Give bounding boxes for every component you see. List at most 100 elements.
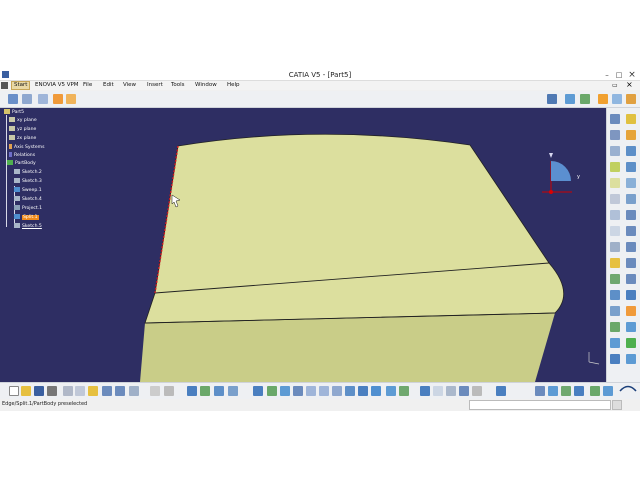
draft-tool-icon[interactable] xyxy=(610,242,620,252)
new-icon[interactable] xyxy=(9,386,19,396)
snap-icon[interactable] xyxy=(53,94,63,104)
menu-edit[interactable]: Edit xyxy=(101,81,116,90)
command-input[interactable] xyxy=(469,400,611,410)
line-tool-icon[interactable] xyxy=(610,130,620,140)
fit-all-icon[interactable] xyxy=(267,386,277,396)
doc-restore-icon[interactable]: ▭ xyxy=(612,82,618,89)
surface-tool-icon[interactable] xyxy=(626,146,636,156)
render-icon[interactable] xyxy=(565,94,575,104)
copy-icon[interactable] xyxy=(75,386,85,396)
pocket-tool-icon[interactable] xyxy=(626,178,636,188)
model-canvas[interactable] xyxy=(0,108,606,382)
shading-icon[interactable] xyxy=(371,386,381,396)
knowledge-icon[interactable] xyxy=(626,94,636,104)
analysis-icon[interactable] xyxy=(626,354,636,364)
chamfer-tool-icon[interactable] xyxy=(626,226,636,236)
translate-tool-icon[interactable] xyxy=(610,306,620,316)
update-icon[interactable] xyxy=(459,386,469,396)
constraint-tool-icon[interactable] xyxy=(535,386,545,396)
close-button[interactable]: × xyxy=(626,70,638,80)
normal-view-icon[interactable] xyxy=(332,386,342,396)
save-icon[interactable] xyxy=(34,386,44,396)
fly-mode-icon[interactable] xyxy=(253,386,263,396)
comment-icon[interactable] xyxy=(164,386,174,396)
whats-this-icon[interactable] xyxy=(129,386,139,396)
diagnosis-icon[interactable] xyxy=(603,386,613,396)
3d-viewport[interactable]: y Part5 xy plane yz plane zx plane Axis … xyxy=(0,108,606,382)
point-tool-icon[interactable] xyxy=(626,114,636,124)
menu-insert[interactable]: Insert xyxy=(145,81,165,90)
boolean-tool-icon[interactable] xyxy=(610,322,620,332)
mirror-tool-icon[interactable] xyxy=(626,274,636,284)
swap-space-icon[interactable] xyxy=(399,386,409,396)
tree-item-sketch-3[interactable]: Sketch.3 xyxy=(14,178,42,186)
maximize-button[interactable]: □ xyxy=(613,70,625,80)
shaft-tool-icon[interactable] xyxy=(626,194,636,204)
sketch-tool-icon[interactable] xyxy=(610,114,620,124)
multi-view-icon[interactable] xyxy=(345,386,355,396)
tree-item-project-1[interactable]: Project.1 xyxy=(14,205,42,213)
design-table-icon[interactable] xyxy=(214,386,224,396)
measure-item-icon[interactable] xyxy=(626,338,636,348)
measure-between-icon[interactable] xyxy=(610,338,620,348)
measure-tool-icon[interactable] xyxy=(433,386,443,396)
rotate-tool-icon[interactable] xyxy=(626,306,636,316)
tree-item-partbody[interactable]: PartBody xyxy=(7,160,36,168)
menu-window[interactable]: Window xyxy=(193,81,219,90)
pad-tool-icon[interactable] xyxy=(610,178,620,188)
curve-tool-icon[interactable] xyxy=(610,146,620,156)
print-icon[interactable] xyxy=(47,386,57,396)
tree-item-zx-plane[interactable]: zx plane xyxy=(9,135,36,143)
catalog-icon[interactable] xyxy=(187,386,197,396)
assemble-tool-icon[interactable] xyxy=(626,322,636,332)
plane-tool-icon[interactable] xyxy=(626,130,636,140)
search-icon[interactable] xyxy=(574,386,584,396)
inertia-icon[interactable] xyxy=(610,354,620,364)
scale-tool-icon[interactable] xyxy=(626,290,636,300)
tree-item-xy-plane[interactable]: xy plane xyxy=(9,117,37,125)
repeat-icon[interactable] xyxy=(446,386,456,396)
fillet-tool-icon[interactable] xyxy=(610,226,620,236)
align-icon[interactable] xyxy=(496,386,506,396)
tree-item-sketch-5[interactable]: Sketch.5 xyxy=(14,223,42,231)
hide-show-icon[interactable] xyxy=(386,386,396,396)
minimize-button[interactable]: – xyxy=(601,70,613,80)
cut-icon[interactable] xyxy=(63,386,73,396)
tree-item-sweep-1[interactable]: Sweep.1 xyxy=(14,187,42,195)
split-tool-icon[interactable] xyxy=(610,274,620,284)
check-icon[interactable] xyxy=(590,386,600,396)
tree-item-part5[interactable]: Part5 xyxy=(4,109,24,117)
open-icon[interactable] xyxy=(21,386,31,396)
table-icon[interactable] xyxy=(22,94,32,104)
publish-icon[interactable] xyxy=(561,386,571,396)
menu-enovia[interactable]: ENOVIA V5 VPM xyxy=(33,81,81,90)
menu-file[interactable]: File xyxy=(81,81,94,90)
iso-view-icon[interactable] xyxy=(358,386,368,396)
tree-item-split-1[interactable]: Split.1 xyxy=(14,214,39,222)
menu-start[interactable]: Start xyxy=(11,81,31,90)
properties-icon[interactable] xyxy=(472,386,482,396)
shell-tool-icon[interactable] xyxy=(626,242,636,252)
redo-icon[interactable] xyxy=(115,386,125,396)
zoom-icon[interactable] xyxy=(38,94,48,104)
thread-tool-icon[interactable] xyxy=(626,258,636,268)
tree-item-axis-systems[interactable]: Axis Systems xyxy=(9,144,45,152)
zoom-out-icon[interactable] xyxy=(319,386,329,396)
pan-icon[interactable] xyxy=(280,386,290,396)
revolve-tool-icon[interactable] xyxy=(626,162,636,172)
extrude-tool-icon[interactable] xyxy=(610,162,620,172)
thickness-tool-icon[interactable] xyxy=(610,258,620,268)
tree-item-yz-plane[interactable]: yz plane xyxy=(9,126,36,134)
menu-tools[interactable]: Tools xyxy=(169,81,187,90)
tree-item-sketch-4[interactable]: Sketch.4 xyxy=(14,196,42,204)
rib-tool-icon[interactable] xyxy=(610,210,620,220)
menu-view[interactable]: View xyxy=(121,81,138,90)
measure-icon[interactable] xyxy=(598,94,608,104)
hole-tool-icon[interactable] xyxy=(610,194,620,204)
grid-icon[interactable] xyxy=(8,94,18,104)
formula-icon[interactable] xyxy=(150,386,160,396)
axis-tool-icon[interactable] xyxy=(612,94,622,104)
pattern-tool-icon[interactable] xyxy=(610,290,620,300)
tree-item-relations[interactable]: Relations xyxy=(9,152,35,160)
undo-icon[interactable] xyxy=(102,386,112,396)
